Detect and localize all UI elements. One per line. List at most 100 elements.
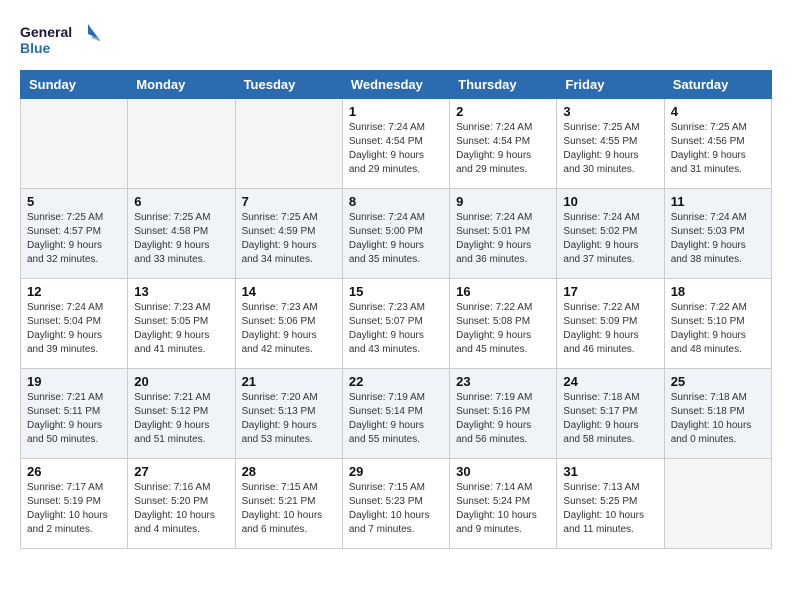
calendar-cell [21,99,128,189]
day-number: 27 [134,464,228,479]
calendar-cell: 15 Sunrise: 7:23 AMSunset: 5:07 PMDaylig… [342,279,449,369]
day-number: 7 [242,194,336,209]
day-info: Sunrise: 7:19 AMSunset: 5:16 PMDaylight:… [456,391,550,447]
calendar-cell [235,99,342,189]
day-info: Sunrise: 7:18 AMSunset: 5:17 PMDaylight:… [563,391,657,447]
svg-text:Blue: Blue [20,40,51,56]
calendar-cell: 22 Sunrise: 7:19 AMSunset: 5:14 PMDaylig… [342,369,449,459]
day-info: Sunrise: 7:13 AMSunset: 5:25 PMDaylight:… [563,481,657,537]
header-wednesday: Wednesday [342,71,449,99]
day-info: Sunrise: 7:20 AMSunset: 5:13 PMDaylight:… [242,391,336,447]
day-info: Sunrise: 7:24 AMSunset: 5:02 PMDaylight:… [563,211,657,267]
week-row-5: 26 Sunrise: 7:17 AMSunset: 5:19 PMDaylig… [21,459,772,549]
calendar-cell: 18 Sunrise: 7:22 AMSunset: 5:10 PMDaylig… [664,279,771,369]
calendar-cell: 23 Sunrise: 7:19 AMSunset: 5:16 PMDaylig… [450,369,557,459]
calendar-cell: 6 Sunrise: 7:25 AMSunset: 4:58 PMDayligh… [128,189,235,279]
week-row-4: 19 Sunrise: 7:21 AMSunset: 5:11 PMDaylig… [21,369,772,459]
day-number: 15 [349,284,443,299]
day-info: Sunrise: 7:24 AMSunset: 5:03 PMDaylight:… [671,211,765,267]
week-row-2: 5 Sunrise: 7:25 AMSunset: 4:57 PMDayligh… [21,189,772,279]
calendar-cell: 31 Sunrise: 7:13 AMSunset: 5:25 PMDaylig… [557,459,664,549]
day-info: Sunrise: 7:24 AMSunset: 4:54 PMDaylight:… [456,121,550,177]
day-number: 25 [671,374,765,389]
calendar-cell: 7 Sunrise: 7:25 AMSunset: 4:59 PMDayligh… [235,189,342,279]
day-number: 10 [563,194,657,209]
day-info: Sunrise: 7:21 AMSunset: 5:12 PMDaylight:… [134,391,228,447]
day-info: Sunrise: 7:17 AMSunset: 5:19 PMDaylight:… [27,481,121,537]
day-number: 22 [349,374,443,389]
day-number: 31 [563,464,657,479]
calendar-cell: 26 Sunrise: 7:17 AMSunset: 5:19 PMDaylig… [21,459,128,549]
header-sunday: Sunday [21,71,128,99]
day-number: 20 [134,374,228,389]
header-friday: Friday [557,71,664,99]
calendar-cell: 20 Sunrise: 7:21 AMSunset: 5:12 PMDaylig… [128,369,235,459]
day-number: 29 [349,464,443,479]
header-tuesday: Tuesday [235,71,342,99]
calendar-table: SundayMondayTuesdayWednesdayThursdayFrid… [20,70,772,549]
calendar-cell: 9 Sunrise: 7:24 AMSunset: 5:01 PMDayligh… [450,189,557,279]
day-number: 1 [349,104,443,119]
day-number: 14 [242,284,336,299]
calendar-cell: 12 Sunrise: 7:24 AMSunset: 5:04 PMDaylig… [21,279,128,369]
calendar-cell: 19 Sunrise: 7:21 AMSunset: 5:11 PMDaylig… [21,369,128,459]
day-info: Sunrise: 7:16 AMSunset: 5:20 PMDaylight:… [134,481,228,537]
day-info: Sunrise: 7:15 AMSunset: 5:21 PMDaylight:… [242,481,336,537]
day-info: Sunrise: 7:18 AMSunset: 5:18 PMDaylight:… [671,391,765,447]
day-number: 4 [671,104,765,119]
day-info: Sunrise: 7:22 AMSunset: 5:09 PMDaylight:… [563,301,657,357]
day-number: 3 [563,104,657,119]
day-info: Sunrise: 7:19 AMSunset: 5:14 PMDaylight:… [349,391,443,447]
day-number: 26 [27,464,121,479]
week-row-3: 12 Sunrise: 7:24 AMSunset: 5:04 PMDaylig… [21,279,772,369]
day-info: Sunrise: 7:25 AMSunset: 4:57 PMDaylight:… [27,211,121,267]
day-info: Sunrise: 7:25 AMSunset: 4:56 PMDaylight:… [671,121,765,177]
calendar-cell: 27 Sunrise: 7:16 AMSunset: 5:20 PMDaylig… [128,459,235,549]
calendar-cell: 25 Sunrise: 7:18 AMSunset: 5:18 PMDaylig… [664,369,771,459]
svg-text:General: General [20,24,72,40]
day-info: Sunrise: 7:24 AMSunset: 5:00 PMDaylight:… [349,211,443,267]
day-info: Sunrise: 7:25 AMSunset: 4:58 PMDaylight:… [134,211,228,267]
day-number: 23 [456,374,550,389]
calendar-cell: 4 Sunrise: 7:25 AMSunset: 4:56 PMDayligh… [664,99,771,189]
day-number: 13 [134,284,228,299]
day-info: Sunrise: 7:25 AMSunset: 4:55 PMDaylight:… [563,121,657,177]
calendar-cell: 16 Sunrise: 7:22 AMSunset: 5:08 PMDaylig… [450,279,557,369]
day-number: 11 [671,194,765,209]
day-number: 12 [27,284,121,299]
day-info: Sunrise: 7:21 AMSunset: 5:11 PMDaylight:… [27,391,121,447]
page-header: General Blue [20,20,772,60]
logo-svg: General Blue [20,20,100,60]
calendar-cell: 17 Sunrise: 7:22 AMSunset: 5:09 PMDaylig… [557,279,664,369]
calendar-cell: 10 Sunrise: 7:24 AMSunset: 5:02 PMDaylig… [557,189,664,279]
week-row-1: 1 Sunrise: 7:24 AMSunset: 4:54 PMDayligh… [21,99,772,189]
day-number: 9 [456,194,550,209]
day-info: Sunrise: 7:22 AMSunset: 5:10 PMDaylight:… [671,301,765,357]
calendar-cell: 2 Sunrise: 7:24 AMSunset: 4:54 PMDayligh… [450,99,557,189]
calendar-cell [664,459,771,549]
day-number: 30 [456,464,550,479]
calendar-cell: 28 Sunrise: 7:15 AMSunset: 5:21 PMDaylig… [235,459,342,549]
day-number: 6 [134,194,228,209]
day-info: Sunrise: 7:14 AMSunset: 5:24 PMDaylight:… [456,481,550,537]
calendar-cell: 3 Sunrise: 7:25 AMSunset: 4:55 PMDayligh… [557,99,664,189]
day-info: Sunrise: 7:24 AMSunset: 5:01 PMDaylight:… [456,211,550,267]
logo: General Blue [20,20,100,60]
day-number: 5 [27,194,121,209]
calendar-cell [128,99,235,189]
calendar-cell: 14 Sunrise: 7:23 AMSunset: 5:06 PMDaylig… [235,279,342,369]
calendar-cell: 5 Sunrise: 7:25 AMSunset: 4:57 PMDayligh… [21,189,128,279]
day-number: 8 [349,194,443,209]
day-info: Sunrise: 7:24 AMSunset: 4:54 PMDaylight:… [349,121,443,177]
day-info: Sunrise: 7:22 AMSunset: 5:08 PMDaylight:… [456,301,550,357]
header-thursday: Thursday [450,71,557,99]
calendar-cell: 24 Sunrise: 7:18 AMSunset: 5:17 PMDaylig… [557,369,664,459]
header-saturday: Saturday [664,71,771,99]
day-info: Sunrise: 7:23 AMSunset: 5:07 PMDaylight:… [349,301,443,357]
day-number: 24 [563,374,657,389]
day-info: Sunrise: 7:15 AMSunset: 5:23 PMDaylight:… [349,481,443,537]
calendar-header-row: SundayMondayTuesdayWednesdayThursdayFrid… [21,71,772,99]
day-number: 17 [563,284,657,299]
calendar-cell: 21 Sunrise: 7:20 AMSunset: 5:13 PMDaylig… [235,369,342,459]
calendar-cell: 29 Sunrise: 7:15 AMSunset: 5:23 PMDaylig… [342,459,449,549]
